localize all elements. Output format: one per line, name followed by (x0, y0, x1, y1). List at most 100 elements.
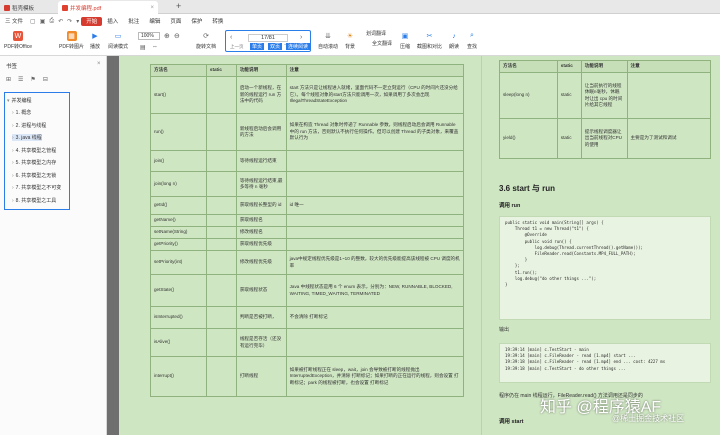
table-header: 功能说明 (580, 60, 628, 73)
fit-width-icon[interactable]: ⇔ (152, 44, 158, 50)
prev-page-icon[interactable]: ‹ (230, 34, 232, 41)
fulltext-translate-button[interactable]: 全文翻译 (372, 40, 392, 47)
zoom-select[interactable]: 100% (138, 32, 160, 40)
pdf-to-office-icon: W (12, 31, 23, 41)
tab-home[interactable]: 稻壳模板 (0, 1, 58, 14)
tab-document[interactable]: 并发编程.pdf × (58, 1, 158, 14)
bookmark-add-icon[interactable]: ⊞ (6, 76, 11, 83)
pdf-page-left[interactable]: 方法名 static 功能说明 注意 start() 启动一个新线程，在新的线程运… (119, 56, 481, 435)
table-cell (205, 328, 237, 357)
table-row: interrupt() 打断线程 如果被打断线程正在 sleep，wait，join… (150, 356, 465, 397)
screenshot-compare-button[interactable]: ✂ 截图和对比 (417, 31, 442, 50)
menu-item-start[interactable]: 开始 (81, 16, 103, 26)
menu-item-annotate[interactable]: 批注 (123, 17, 144, 25)
pdf-to-image-button[interactable]: ▦ PDF转图片 (59, 31, 84, 50)
page-number-input[interactable]: 17/81 (248, 34, 288, 42)
toc-item[interactable]: › 6. 共享模型之无锁 (12, 172, 56, 179)
print-icon[interactable]: ⎙ (49, 18, 54, 25)
continuous-read-button[interactable]: 连续阅读 (286, 43, 311, 50)
chevron-right-icon: › (12, 123, 14, 129)
table-cell: 不会清除 打断标记 (285, 306, 465, 329)
pdf-to-office-button[interactable]: W PDF转Office (4, 31, 32, 50)
next-page-icon[interactable]: › (300, 34, 302, 41)
toc-root-label: 并发编程 (11, 98, 32, 104)
undo-icon[interactable]: ↶ (58, 18, 63, 25)
read-aloud-button[interactable]: ♪ 朗读 (449, 31, 460, 51)
bookmark-list-icon[interactable]: ☰ (18, 76, 23, 83)
table-cell: run() (150, 113, 207, 151)
background-button[interactable]: ☀ 背景 (345, 31, 355, 50)
folder-icon[interactable]: ▢ (30, 18, 36, 25)
table-row: getPriority() 获取线程优先级 (150, 238, 465, 251)
table-header: 方法名 (150, 64, 207, 77)
save-icon[interactable]: ▣ (40, 18, 46, 25)
close-icon[interactable]: × (97, 61, 101, 67)
table-row: setName(String) 修改线程名 (150, 226, 465, 239)
prev-page-label[interactable]: 上一页 (230, 44, 244, 50)
zoom-out-icon[interactable]: ⊖ (174, 32, 180, 40)
menu-item-protect[interactable]: 保护 (186, 17, 207, 25)
toc-item[interactable]: › 5. 共享模型之内存 (12, 159, 56, 166)
play-button[interactable]: ▶ 播放 (90, 31, 100, 50)
table-cell (285, 171, 465, 197)
autoscroll-icon: ⇊ (325, 33, 331, 40)
pdf-page-right[interactable]: 方法名 static 功能说明 注意 sleep(long n) static 让当… (481, 56, 720, 435)
menu-item-edit[interactable]: 编辑 (144, 17, 165, 25)
chevron-down-icon[interactable]: ▾ (76, 18, 79, 25)
table-cell (285, 150, 465, 172)
find-button[interactable]: ⌕ 查找 (467, 31, 477, 50)
table-cell: setPriority(int) (150, 250, 207, 275)
view-mode-group: 单页 双页 (250, 43, 283, 50)
double-page-button[interactable]: 双页 (268, 43, 283, 50)
toc-item-label: 7. 共享模型之不可变 (15, 185, 62, 191)
chevron-right-icon: › (12, 198, 14, 204)
table-header: static (556, 60, 582, 73)
toc-item-label: 1. 概念 (15, 110, 32, 116)
toc-root[interactable]: ▾ 并发编程 (7, 97, 32, 104)
toc-item[interactable]: › 8. 共享模型之工具 (12, 197, 56, 204)
table-cell (205, 113, 237, 151)
toc-item[interactable]: › 4. 共享模型之管程 (12, 147, 56, 154)
table-cell: isInterrupted() (150, 306, 207, 329)
bookmark-sidebar: 书签 × ⊞ ☰ ⚑ ⊟ ▾ 并发编程 › 1. 概念 › 2. 进程与线程 › 3. … (0, 56, 107, 435)
table-cell: setName(String) (150, 226, 207, 239)
search-icon: ⌕ (470, 32, 474, 39)
rotate-button[interactable]: ⟳ 旋转文档 (196, 31, 216, 50)
compress-button[interactable]: ▣ 压缩 (400, 31, 410, 50)
table-cell: 等待线程运行结束 (235, 150, 287, 172)
autoscroll-label: 自动滚动 (318, 44, 339, 50)
close-icon[interactable]: × (150, 5, 154, 11)
compress-label: 压缩 (400, 44, 411, 50)
autoscroll-button[interactable]: ⇊ 自动滚动 (318, 31, 338, 50)
redo-icon[interactable]: ↷ (67, 18, 72, 25)
image-icon: ▦ (66, 31, 77, 41)
new-tab-button[interactable]: + (176, 1, 181, 11)
method-table-continued: 方法名 static 功能说明 注意 sleep(long n) static 让当… (499, 60, 712, 159)
read-mode-button[interactable]: ▭ 阅读模式 (108, 31, 128, 50)
table-header: 注意 (626, 60, 712, 73)
toc-item-selected[interactable]: › 3. java 线程 (12, 134, 42, 141)
table-cell (285, 226, 465, 239)
menu-item-convert[interactable]: 转换 (207, 17, 228, 25)
toc-item[interactable]: › 1. 概念 (12, 109, 31, 116)
table-cell: getPriority() (150, 238, 207, 251)
sidebar-title: 书签 (6, 64, 18, 70)
table-cell: getId() (150, 196, 207, 215)
fit-page-icon[interactable]: ▤ (140, 44, 146, 51)
toc-item[interactable]: › 2. 进程与线程 (12, 122, 46, 129)
table-row: isInterrupted() 判断是否被打断， 不会清除 打断标记 (150, 306, 465, 329)
table-header: 功能说明 (235, 64, 287, 77)
file-menu[interactable]: 三 文件 (0, 17, 28, 25)
bookmark-icon[interactable]: ⚑ (30, 76, 35, 83)
read-aloud-label: 朗读 (449, 44, 460, 50)
table-header: 方法名 (499, 60, 558, 73)
table-cell: start() (150, 76, 207, 114)
bookmark-delete-icon[interactable]: ⊟ (43, 76, 48, 83)
word-translate-button[interactable]: 划词翻译 (366, 30, 386, 37)
toc-item[interactable]: › 7. 共享模型之不可变 (12, 184, 61, 191)
zoom-in-icon[interactable]: ⊕ (164, 32, 170, 40)
menu-item-page[interactable]: 页面 (165, 17, 186, 25)
single-page-button[interactable]: 单页 (250, 43, 265, 50)
table-row: getState() 获取线程状态 Java 中线程状态是用 6 个 enum 表示… (150, 274, 465, 307)
menu-item-insert[interactable]: 插入 (102, 17, 123, 25)
